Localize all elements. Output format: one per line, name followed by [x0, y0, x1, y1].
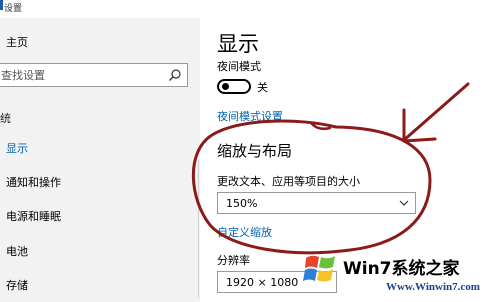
divider [198, 160, 199, 298]
chevron-down-icon [399, 200, 409, 206]
window-icon [0, 0, 3, 10]
custom-scaling-link[interactable]: 自定义缩放 [217, 224, 272, 240]
sidebar-item-battery[interactable]: 电池 [6, 243, 28, 259]
watermark-text: Win7系统之家 [343, 259, 460, 279]
sidebar-item-power[interactable]: 电源和睡眠 [6, 208, 61, 224]
night-mode-label: 夜间模式 [217, 60, 261, 73]
window-title: 设置 [4, 4, 23, 14]
sidebar-item-notifications[interactable]: 通知和操作 [6, 174, 61, 190]
size-label: 更改文本、应用等项目的大小 [217, 175, 360, 188]
search-input[interactable] [1, 67, 161, 83]
resolution-label: 分辨率 [217, 254, 250, 267]
sidebar-item-home[interactable]: 主页 [6, 34, 28, 50]
sidebar-item-storage[interactable]: 存储 [6, 277, 28, 293]
sidebar: 主页 统 显示 通知和操作 电源和睡眠 电池 存储 [0, 18, 200, 302]
search-icon[interactable] [168, 68, 182, 82]
sidebar-item-display[interactable]: 显示 [6, 140, 28, 156]
size-dropdown-value: 150% [226, 197, 258, 210]
title-bar: 设置 [0, 0, 494, 18]
search-box[interactable] [0, 63, 188, 87]
night-mode-settings-link[interactable]: 夜间模式设置 [217, 108, 283, 124]
scale-layout-heading: 缩放与布局 [217, 142, 293, 160]
night-mode-toggle[interactable] [217, 79, 251, 94]
page-title: 显示 [217, 32, 259, 56]
section-label: 统 [0, 112, 11, 125]
windows-logo-icon [303, 255, 335, 282]
size-dropdown[interactable]: 150% [217, 192, 416, 214]
toggle-knob [222, 83, 229, 90]
watermark-url: Www.Winwin7.com [386, 281, 480, 293]
watermark: Win7系统之家 Www.Winwin7.com [298, 248, 494, 302]
resolution-value: 1920 × 1080 [226, 276, 299, 289]
night-mode-state: 关 [257, 81, 268, 94]
